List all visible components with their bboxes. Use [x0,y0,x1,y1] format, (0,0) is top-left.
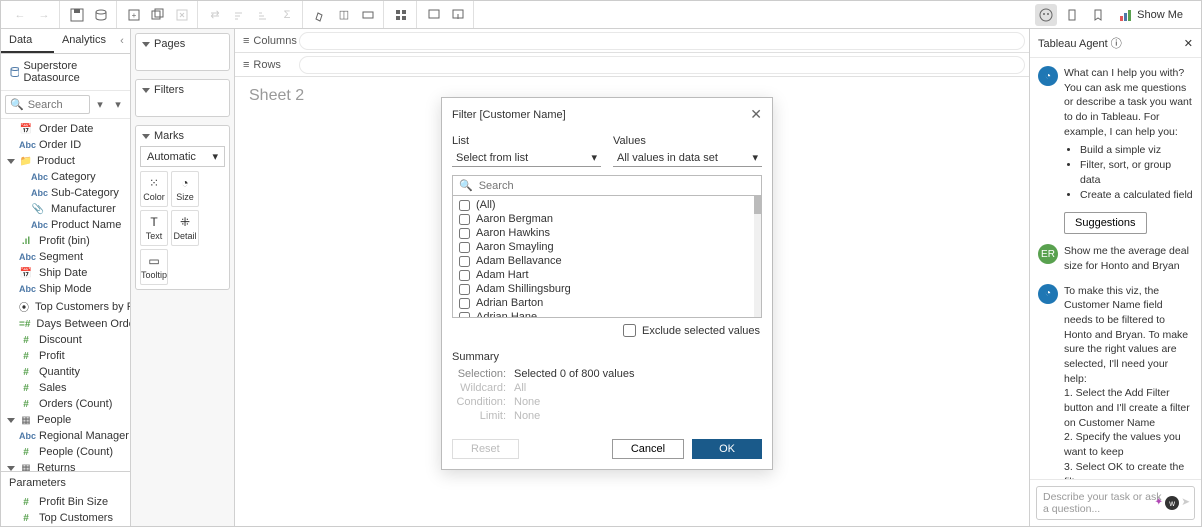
values-label: Values [613,135,762,147]
filter-value-checkbox[interactable] [459,256,470,267]
filter-value-checkbox[interactable] [459,242,470,253]
filter-value-item[interactable]: Adrian Hane [455,310,759,318]
list-dropdown[interactable]: Select from list▾ [452,149,601,167]
filter-value-checkbox[interactable] [459,200,470,211]
filter-value-item[interactable]: Adrian Barton [455,296,759,310]
filter-value-checkbox[interactable] [459,284,470,295]
filter-values-list[interactable]: (All)Aaron BergmanAaron HawkinsAaron Sma… [452,196,762,318]
filter-value-checkbox[interactable] [459,298,470,309]
filter-value-item[interactable]: Aaron Hawkins [455,226,759,240]
filter-value-item[interactable]: Adam Bellavance [455,254,759,268]
filter-value-checkbox[interactable] [459,214,470,225]
list-label: List [452,135,601,147]
filter-value-item[interactable]: Adam Hart [455,268,759,282]
ok-button[interactable]: OK [692,439,762,459]
filter-value-item[interactable]: Aaron Smayling [455,240,759,254]
reset-button[interactable]: Reset [452,439,519,459]
summary-title: Summary [452,351,762,363]
filter-search-input[interactable]: 🔍 [452,175,762,196]
filter-value-checkbox[interactable] [459,312,470,319]
scrollbar[interactable] [754,196,761,317]
filter-value-checkbox[interactable] [459,228,470,239]
filter-value-item[interactable]: Aaron Bergman [455,212,759,226]
search-icon: 🔍 [459,179,473,192]
exclude-label: Exclude selected values [642,325,760,337]
exclude-checkbox[interactable] [623,324,636,337]
filter-dialog: Filter [Customer Name] ✕ List Select fro… [441,97,773,470]
close-icon[interactable]: ✕ [750,106,762,123]
dialog-title-text: Filter [Customer Name] [452,109,566,121]
cancel-button[interactable]: Cancel [612,439,684,459]
filter-value-checkbox[interactable] [459,270,470,281]
filter-value-item[interactable]: Adam Shillingsburg [455,282,759,296]
values-dropdown[interactable]: All values in data set▾ [613,149,762,167]
dialog-overlay: Filter [Customer Name] ✕ List Select fro… [1,1,1201,526]
filter-value-item[interactable]: (All) [455,198,759,212]
